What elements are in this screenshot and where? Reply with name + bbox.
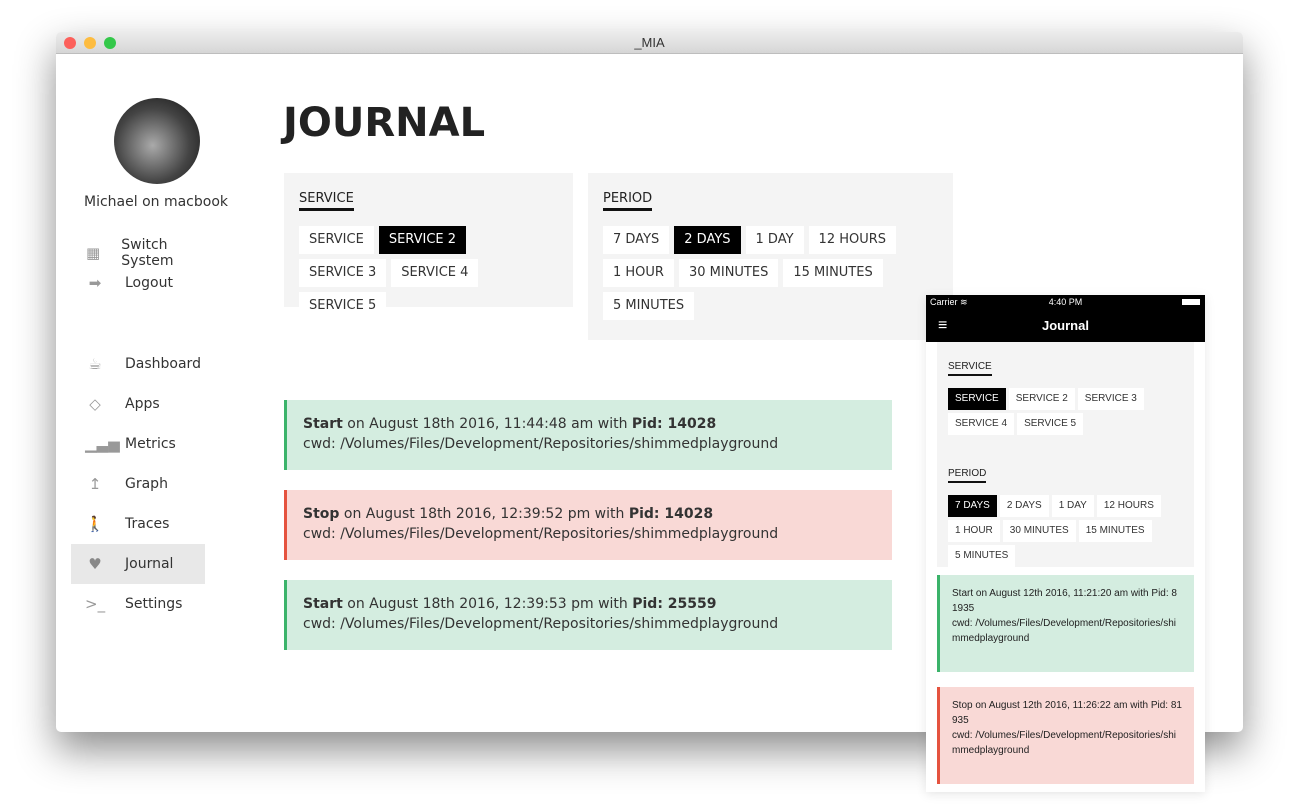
mobile-period-option[interactable]: 1 DAY <box>1051 495 1094 517</box>
mobile-period-option[interactable]: 15 MINUTES <box>1078 520 1152 542</box>
period-option[interactable]: 1 DAY <box>745 226 804 254</box>
service-option[interactable]: SERVICE <box>299 226 374 254</box>
journal-entry-start: Start on August 18th 2016, 12:39:53 pm w… <box>284 580 892 650</box>
mobile-service-option[interactable]: SERVICE 4 <box>948 413 1015 435</box>
logout-link[interactable]: ➡ Logout <box>71 263 205 303</box>
mobile-nav-bar: ≡ Journal <box>926 309 1205 342</box>
title-bar: _MIA <box>56 32 1243 54</box>
mobile-period-option-selected[interactable]: 7 DAYS <box>948 495 997 517</box>
sidebar-item-graph[interactable]: ↥ Graph <box>71 464 205 504</box>
entry-type: Start <box>303 416 343 432</box>
nav-label: Graph <box>125 476 168 492</box>
period-option[interactable]: 12 HOURS <box>808 226 897 254</box>
logout-icon: ➡ <box>88 274 102 292</box>
sidebar-item-journal[interactable]: ♥ Journal <box>71 544 205 584</box>
sidebar-item-settings[interactable]: >_ Settings <box>71 584 205 624</box>
diamond-icon: ◇ <box>89 395 101 413</box>
mobile-status-bar: Carrier ≋ 4:40 PM <box>926 295 1205 309</box>
entry-cwd: cwd: /Volumes/Files/Development/Reposito… <box>952 618 1176 644</box>
avatar <box>114 98 200 184</box>
nav-label: Dashboard <box>125 356 201 372</box>
nav-label: Settings <box>125 596 183 612</box>
period-option[interactable]: 5 MINUTES <box>603 292 695 320</box>
terminal-icon: >_ <box>85 595 106 613</box>
cup-icon: ☕ <box>88 355 102 373</box>
heart-icon: ♥ <box>88 555 102 573</box>
period-option[interactable]: 1 HOUR <box>603 259 674 287</box>
mobile-preview: Carrier ≋ 4:40 PM ≡ Journal SERVICE SERV… <box>926 295 1205 792</box>
entry-type: Stop <box>303 506 340 522</box>
service-option[interactable]: SERVICE 4 <box>391 259 479 287</box>
mobile-period-option[interactable]: 5 MINUTES <box>948 545 1016 567</box>
mobile-period-option[interactable]: 30 MINUTES <box>1002 520 1076 542</box>
pid-label: Pid: <box>632 596 663 612</box>
mobile-title: Journal <box>1042 318 1089 333</box>
nav-label: Apps <box>125 396 160 412</box>
entry-text: on August 18th 2016, 11:44:48 am with <box>342 416 632 432</box>
pid-label: Pid: <box>631 416 663 432</box>
hamburger-menu-icon[interactable]: ≡ <box>938 309 947 342</box>
pid-label: Pid: <box>628 506 660 522</box>
period-option[interactable]: 15 MINUTES <box>783 259 883 287</box>
nav-label: Metrics <box>125 436 176 452</box>
sidebar-item-dashboard[interactable]: ☕ Dashboard <box>71 344 205 384</box>
period-filter: PERIOD 7 DAYS 2 DAYS 1 DAY 12 HOURS 1 HO… <box>588 173 953 340</box>
mobile-service-option[interactable]: SERVICE 2 <box>1008 388 1075 410</box>
journal-entry-start: Start on August 18th 2016, 11:44:48 am w… <box>284 400 892 470</box>
entry-text: on August 18th 2016, 12:39:52 pm with <box>339 506 629 522</box>
close-button[interactable] <box>64 37 76 49</box>
mobile-entry-start: Start on August 12th 2016, 11:21:20 am w… <box>937 575 1194 672</box>
grid-icon: ▦ <box>86 244 101 262</box>
service-label: SERVICE <box>299 191 354 211</box>
entry-cwd: cwd: /Volumes/Files/Development/Reposito… <box>303 526 779 542</box>
service-option[interactable]: SERVICE 5 <box>299 292 387 320</box>
pid-value: 14028 <box>659 506 714 522</box>
entry-cwd: cwd: /Volumes/Files/Development/Reposito… <box>952 730 1176 756</box>
sidebar-item-traces[interactable]: 🚶 Traces <box>71 504 205 544</box>
page-title: JOURNAL <box>283 100 486 146</box>
service-filter: SERVICE SERVICE SERVICE 2 SERVICE 3 SERV… <box>284 173 573 320</box>
entry-cwd: cwd: /Volumes/Files/Development/Reposito… <box>303 436 779 452</box>
mobile-period-option[interactable]: 2 DAYS <box>999 495 1049 517</box>
mobile-service-label: SERVICE <box>948 361 992 376</box>
walker-icon: 🚶 <box>85 515 105 533</box>
arrow-up-icon: ↥ <box>88 475 102 493</box>
period-label: PERIOD <box>603 191 653 211</box>
entry-type: Start <box>303 596 343 612</box>
pid-value: 25559 <box>662 596 717 612</box>
mobile-period-option[interactable]: 1 HOUR <box>948 520 1000 542</box>
journal-entry-stop: Stop on August 18th 2016, 12:39:52 pm wi… <box>284 490 892 560</box>
nav-label: Journal <box>125 556 174 572</box>
mobile-service-option[interactable]: SERVICE 3 <box>1077 388 1144 410</box>
nav-label: Logout <box>125 275 173 291</box>
entry-text: on August 18th 2016, 12:39:53 pm with <box>342 596 633 612</box>
entry-text: Start on August 12th 2016, 11:21:20 am w… <box>952 588 1177 614</box>
mobile-period-label: PERIOD <box>948 468 987 483</box>
period-option[interactable]: 30 MINUTES <box>678 259 779 287</box>
service-option-selected[interactable]: SERVICE 2 <box>378 226 467 254</box>
period-option-selected[interactable]: 2 DAYS <box>674 226 741 254</box>
mobile-entry-stop: Stop on August 12th 2016, 11:26:22 am wi… <box>937 687 1194 784</box>
service-option[interactable]: SERVICE 3 <box>299 259 387 287</box>
minimize-button[interactable] <box>84 37 96 49</box>
pid-value: 14028 <box>662 416 717 432</box>
sidebar-item-metrics[interactable]: ▁▃▅ Metrics <box>71 424 205 464</box>
battery-icon <box>1182 299 1200 305</box>
entry-cwd: cwd: /Volumes/Files/Development/Reposito… <box>303 616 779 632</box>
signal-icon: ▁▃▅ <box>85 435 120 453</box>
mobile-filters: SERVICE SERVICE SERVICE 2 SERVICE 3 SERV… <box>937 342 1194 567</box>
user-name: Michael on macbook <box>84 194 228 210</box>
period-option[interactable]: 7 DAYS <box>603 226 670 254</box>
mobile-service-option-selected[interactable]: SERVICE <box>948 388 1006 410</box>
maximize-button[interactable] <box>104 37 116 49</box>
mobile-period-option[interactable]: 12 HOURS <box>1096 495 1161 517</box>
nav-label: Traces <box>125 516 170 532</box>
window-title: _MIA <box>634 35 665 50</box>
status-time: 4:40 PM <box>1048 297 1083 307</box>
entry-text: Stop on August 12th 2016, 11:26:22 am wi… <box>952 700 1182 726</box>
sidebar-item-apps[interactable]: ◇ Apps <box>71 384 205 424</box>
mobile-service-option[interactable]: SERVICE 5 <box>1017 413 1084 435</box>
